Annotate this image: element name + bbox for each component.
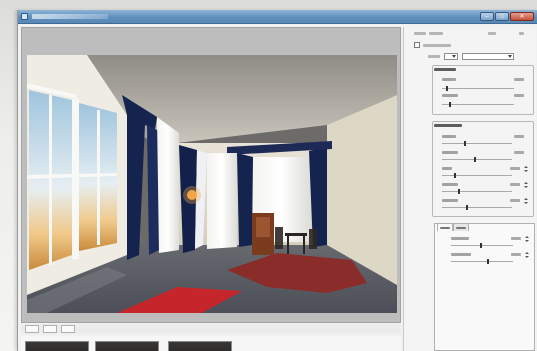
method-dropdown[interactable] <box>462 53 514 60</box>
vibrance-slider-track[interactable] <box>451 245 513 246</box>
maximize-icon: □ <box>500 14 504 20</box>
remove-ghosts-checkbox[interactable] <box>414 42 420 48</box>
highlight-slider-track[interactable] <box>442 207 512 208</box>
thumbnail-strip <box>21 336 401 351</box>
gamma-slider-track[interactable] <box>442 143 512 144</box>
radius-value[interactable] <box>514 78 524 81</box>
thumbnail[interactable] <box>168 341 232 351</box>
vibrance-stepper-icon[interactable] <box>525 236 529 242</box>
highlight-stepper-icon[interactable] <box>524 198 528 204</box>
vibrance-slider-thumb[interactable] <box>480 243 482 248</box>
highlight-value[interactable] <box>510 199 520 202</box>
strength-label <box>442 94 458 97</box>
saturation-slider-thumb[interactable] <box>487 259 489 264</box>
strength-slider-thumb[interactable] <box>449 102 451 107</box>
advanced-tabs-panel <box>434 223 535 351</box>
hdr-preview-image[interactable] <box>27 55 397 313</box>
saturation-slider-track[interactable] <box>451 261 513 262</box>
tab-advanced-label <box>440 227 450 229</box>
highlight-slider-thumb[interactable] <box>466 205 468 210</box>
radius-slider-thumb[interactable] <box>446 86 448 91</box>
thumbnail[interactable] <box>95 341 159 351</box>
shadow-slider-track[interactable] <box>442 191 512 192</box>
chevron-down-icon <box>452 55 456 58</box>
detail-label <box>442 167 452 170</box>
bit-depth-dropdown[interactable] <box>444 53 458 60</box>
preset-label <box>414 32 426 35</box>
strength-value[interactable] <box>514 94 524 97</box>
shadow-label <box>442 183 458 186</box>
edge-glow-title <box>434 68 456 71</box>
saturation-stepper-icon[interactable] <box>525 252 529 258</box>
remove-ghosts-label <box>423 44 451 47</box>
app-window: – □ ✕ <box>17 10 537 351</box>
preset-value[interactable] <box>429 32 443 35</box>
minimize-button[interactable]: – <box>480 12 494 21</box>
mode-label <box>428 55 440 58</box>
detail-slider-thumb[interactable] <box>454 173 456 178</box>
maximize-button[interactable]: □ <box>495 12 509 21</box>
detail-slider-track[interactable] <box>442 175 512 176</box>
tab-advanced[interactable] <box>437 223 453 231</box>
exposure-value[interactable] <box>514 151 524 154</box>
settings-panel <box>403 27 536 351</box>
saturation-value[interactable] <box>511 253 521 256</box>
detail-value[interactable] <box>510 167 520 170</box>
shadow-slider-thumb[interactable] <box>458 189 460 194</box>
vibrance-label <box>451 237 469 240</box>
title-bar[interactable]: – □ ✕ <box>18 10 537 24</box>
gamma-label <box>442 135 456 138</box>
tab-curve[interactable] <box>453 223 469 231</box>
saturation-label <box>451 253 471 256</box>
preview-pane[interactable] <box>21 27 401 323</box>
shadow-stepper-icon[interactable] <box>524 182 528 188</box>
panel-menu-icon[interactable] <box>519 32 524 35</box>
gamma-value[interactable] <box>514 135 524 138</box>
thumbnail[interactable] <box>25 341 89 351</box>
preset-control[interactable] <box>488 32 496 35</box>
minimize-icon: – <box>485 14 489 20</box>
detail-stepper-icon[interactable] <box>524 166 528 172</box>
shadow-value[interactable] <box>510 183 520 186</box>
strength-slider-track[interactable] <box>442 104 514 105</box>
zoom-field-2[interactable] <box>43 325 57 333</box>
exposure-slider-track[interactable] <box>442 159 512 160</box>
radius-slider-track[interactable] <box>442 88 514 89</box>
gamma-slider-thumb[interactable] <box>464 141 466 146</box>
exposure-label <box>442 151 458 154</box>
status-bar <box>21 324 401 334</box>
zoom-field-3[interactable] <box>61 325 75 333</box>
chevron-down-icon <box>508 55 512 58</box>
zoom-field-1[interactable] <box>25 325 39 333</box>
app-icon <box>21 13 28 20</box>
highlight-label <box>442 199 458 202</box>
window-title <box>32 14 108 19</box>
radius-label <box>442 78 456 81</box>
exposure-slider-thumb[interactable] <box>474 157 476 162</box>
vibrance-value[interactable] <box>511 237 521 240</box>
close-button[interactable]: ✕ <box>510 12 534 21</box>
tab-curve-label <box>456 227 466 229</box>
tone-and-detail-title <box>434 124 462 127</box>
close-icon: ✕ <box>519 14 525 20</box>
